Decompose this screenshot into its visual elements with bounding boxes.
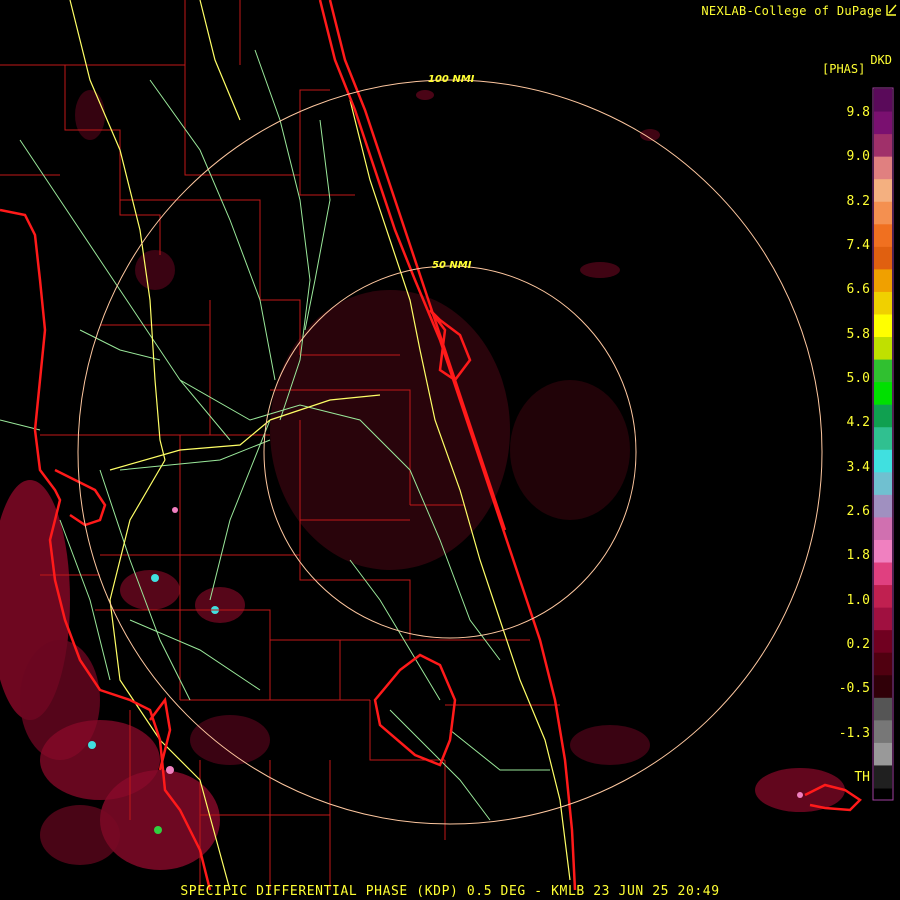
colorbar-tick-label: 2.6 — [846, 504, 870, 519]
colorbar-swatch — [874, 246, 892, 270]
colorbar-swatch — [874, 652, 892, 676]
colorbar-ticks: 9.8 9.0 8.2 7.4 6.6 5.8 5.0 4.2 3.4 2.6 1.8 1.0 0.2 -… — [826, 0, 870, 900]
colorbar-swatch — [874, 269, 892, 293]
colorbar-swatch — [874, 585, 892, 609]
colorbar-swatch — [874, 607, 892, 631]
colorbar-swatch — [874, 179, 892, 203]
colorbar-tick-label: TH — [854, 770, 870, 785]
colorbar-swatch — [874, 494, 892, 518]
colorbar-tick-label: 4.2 — [846, 415, 870, 431]
colorbar-swatch — [874, 314, 892, 338]
colorbar-swatch — [874, 449, 892, 473]
colorbar-tick-label: 1.0 — [846, 592, 870, 608]
colorbar-tick-label: 9.0 — [846, 149, 870, 165]
colorbar-swatch — [874, 382, 892, 406]
product-code: DKD — [870, 53, 892, 67]
colorbar-swatch — [874, 337, 892, 361]
radar-map: 100 NMI 50 NMI — [0, 0, 900, 900]
range-ring-label-50: 50 NMI — [432, 260, 472, 271]
colorbar-tick-label: 6.6 — [846, 282, 870, 298]
colorbar-swatch — [874, 562, 892, 586]
range-ring-label-100: 100 NMI — [428, 74, 475, 85]
colorbar-tick-label: 1.8 — [846, 548, 870, 564]
colorbar-swatch — [874, 472, 892, 496]
product-footer: SPECIFIC DIFFERENTIAL PHASE (KDP) 0.5 DE… — [180, 884, 720, 899]
colorbar-swatch — [874, 539, 892, 564]
colorbar-tick-label: 3.4 — [846, 459, 870, 475]
colorbar-tick-label: 5.8 — [846, 326, 870, 342]
colorbar-swatch — [874, 224, 892, 248]
colorbar-swatch — [874, 517, 892, 541]
colorbar-swatch — [874, 630, 892, 654]
colorbar-tick-label: 9.8 — [846, 105, 870, 120]
colorbar-tick-label: 8.2 — [846, 193, 870, 209]
colorbar-swatch — [874, 134, 892, 158]
colorbar-swatch — [874, 675, 892, 699]
colorbar-swatch — [874, 156, 892, 180]
colorbar-swatch — [874, 201, 892, 225]
colorbar-swatch — [874, 111, 892, 135]
colorbar-swatch — [874, 720, 892, 744]
colorbar-swatch — [874, 89, 892, 113]
colorbar-swatch — [874, 291, 892, 315]
colorbar-swatch — [874, 359, 892, 383]
colorbar-swatch — [874, 404, 892, 428]
colorbar-swatch — [874, 697, 892, 721]
colorbar-tick-label: 0.2 — [846, 637, 870, 652]
colorbar-tick-label: 5.0 — [846, 371, 870, 386]
colorbar — [872, 87, 894, 801]
colorbar-swatch — [874, 765, 892, 789]
colorbar-tick-label: -1.3 — [838, 725, 870, 741]
colorbar-tick-label: 7.4 — [846, 238, 870, 253]
colorbar-tick-label: -0.5 — [838, 681, 870, 697]
colorbar-swatch — [874, 742, 892, 766]
colorbar-swatch — [874, 427, 892, 451]
